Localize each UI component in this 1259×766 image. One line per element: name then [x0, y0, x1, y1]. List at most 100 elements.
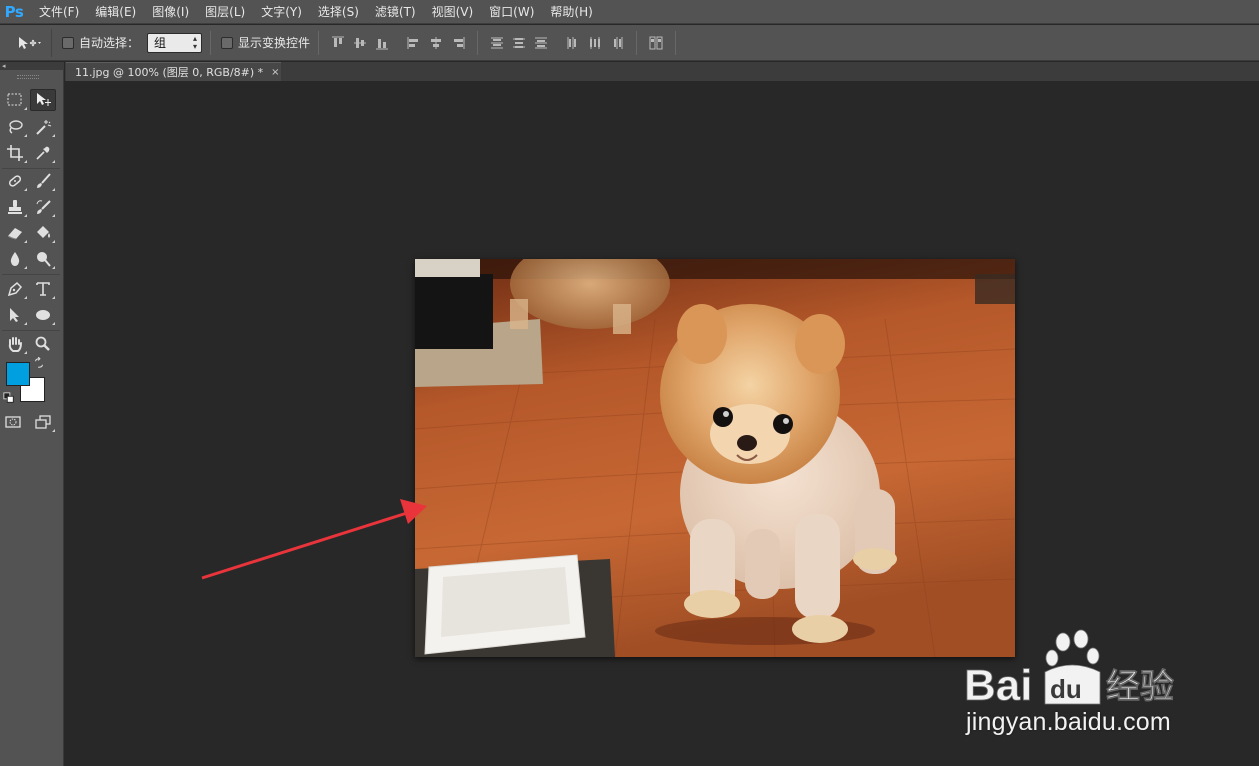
- align-bottom-edges-button[interactable]: [371, 33, 393, 53]
- divider: [675, 30, 677, 55]
- clone-stamp-tool[interactable]: [2, 196, 28, 218]
- auto-select-checkbox[interactable]: [62, 36, 74, 49]
- collapse-panel-button[interactable]: ◂: [0, 62, 64, 70]
- healing-brush-tool[interactable]: [2, 170, 28, 192]
- magic-wand-tool[interactable]: [30, 116, 56, 138]
- dog-photo: [415, 259, 1015, 657]
- eraser-tool[interactable]: [2, 222, 28, 244]
- baidu-jingyan-watermark: Bai du 经验 jingyan.baidu.com: [960, 628, 1195, 743]
- pen-icon: [7, 281, 23, 297]
- tool-group-divider: [2, 168, 60, 169]
- auto-select-dropdown[interactable]: 组 ▴ ▾: [147, 32, 203, 53]
- crop-icon: [7, 145, 23, 161]
- menu-layer[interactable]: 图层(L): [200, 0, 250, 24]
- distribute-vcenter-button[interactable]: [508, 33, 530, 53]
- menu-image[interactable]: 图像(I): [147, 0, 194, 24]
- menu-file[interactable]: 文件(F): [34, 0, 84, 24]
- align-bottom-icon: [376, 38, 389, 49]
- tool-group-divider: [2, 274, 60, 275]
- marquee-icon: [7, 93, 22, 106]
- quick-mask-icon: [5, 416, 21, 428]
- type-tool[interactable]: [30, 278, 56, 300]
- menu-type[interactable]: 文字(Y): [256, 0, 307, 24]
- menu-view[interactable]: 视图(V): [427, 0, 479, 24]
- blur-tool[interactable]: [2, 248, 28, 270]
- align-top-icon: [332, 36, 345, 47]
- lasso-icon: [9, 120, 23, 134]
- type-icon: [36, 282, 50, 296]
- hand-icon: [8, 337, 22, 352]
- options-bar: 自动选择： 组 ▴ ▾ 显示变换控件: [0, 25, 1259, 61]
- distribute-bottom-button[interactable]: [530, 33, 552, 53]
- distribute-hcenter-button[interactable]: [584, 33, 606, 53]
- document-image[interactable]: [415, 259, 1015, 657]
- zoom-tool[interactable]: [30, 333, 56, 355]
- distribute-right-button[interactable]: [606, 33, 628, 53]
- watermark-url: jingyan.baidu.com: [966, 708, 1171, 736]
- divider: [477, 30, 479, 55]
- paint-bucket-tool[interactable]: [30, 222, 56, 244]
- menu-filter[interactable]: 滤镜(T): [370, 0, 421, 24]
- eraser-icon: [7, 228, 22, 240]
- lasso-tool[interactable]: [2, 116, 28, 138]
- magic-wand-icon: [36, 120, 52, 135]
- auto-select-label: 自动选择：: [79, 36, 140, 50]
- zoom-icon: [35, 336, 50, 351]
- healing-brush-icon: [8, 175, 22, 187]
- divider: [210, 30, 212, 55]
- menu-window[interactable]: 窗口(W): [484, 0, 539, 24]
- quick-mask-button[interactable]: [0, 411, 26, 433]
- baidu-logo: Bai du 经验: [964, 629, 1174, 710]
- crop-tool[interactable]: [2, 142, 28, 164]
- menu-select[interactable]: 选择(S): [313, 0, 364, 24]
- align-vcenter-icon: [354, 37, 367, 48]
- align-left-icon: [407, 36, 419, 49]
- auto-align-layers-button[interactable]: [645, 33, 667, 53]
- marquee-tool[interactable]: [2, 89, 28, 111]
- move-icon: [37, 93, 51, 106]
- menu-help[interactable]: 帮助(H): [545, 0, 597, 24]
- distribute-hcenter-icon: [590, 36, 601, 49]
- swap-colors-button[interactable]: [32, 356, 46, 370]
- tools-panel: ◂: [0, 62, 64, 766]
- distribute-vcenter-icon: [513, 37, 526, 48]
- tool-group-divider: [2, 330, 60, 331]
- brush-tool[interactable]: [30, 170, 56, 192]
- align-horizontal-centers-button[interactable]: [425, 33, 447, 53]
- tool-preset-picker[interactable]: [6, 28, 52, 57]
- eyedropper-icon: [36, 146, 50, 160]
- close-icon[interactable]: ×: [271, 67, 279, 78]
- brand-bai: Bai: [964, 661, 1032, 708]
- path-selection-tool[interactable]: [2, 304, 28, 326]
- swap-arrows-icon: [35, 357, 43, 368]
- auto-select-value: 组: [154, 36, 167, 50]
- distribute-top-button[interactable]: [486, 33, 508, 53]
- foreground-color-swatch[interactable]: [6, 362, 30, 386]
- distribute-left-button[interactable]: [562, 33, 584, 53]
- screen-mode-button[interactable]: [30, 411, 56, 433]
- show-transform-checkbox[interactable]: [221, 36, 234, 49]
- distribute-left-icon: [567, 36, 577, 49]
- dodge-icon: [37, 252, 51, 267]
- move-icon: [18, 36, 41, 49]
- align-top-edges-button[interactable]: [327, 33, 349, 53]
- align-hcenter-icon: [431, 36, 442, 49]
- align-right-edges-button[interactable]: [447, 33, 469, 53]
- move-tool[interactable]: [30, 89, 56, 111]
- eyedropper-tool[interactable]: [30, 142, 56, 164]
- hand-tool[interactable]: [2, 333, 28, 355]
- panel-grip[interactable]: [17, 75, 39, 79]
- align-left-edges-button[interactable]: [403, 33, 425, 53]
- menu-edit[interactable]: 编辑(E): [90, 0, 141, 24]
- clone-stamp-icon: [8, 200, 22, 214]
- history-brush-tool[interactable]: [30, 196, 56, 218]
- document-tab[interactable]: 11.jpg @ 100% (图层 0, RGB/8#) * ×: [66, 62, 281, 81]
- dodge-tool[interactable]: [30, 248, 56, 270]
- ellipse-tool[interactable]: [30, 304, 56, 326]
- pen-tool[interactable]: [2, 278, 28, 300]
- distribute-right-icon: [614, 36, 623, 49]
- default-colors-button[interactable]: [2, 391, 16, 405]
- align-vertical-centers-button[interactable]: [349, 33, 371, 53]
- distribute-bottom-icon: [535, 37, 548, 48]
- align-right-icon: [454, 36, 465, 49]
